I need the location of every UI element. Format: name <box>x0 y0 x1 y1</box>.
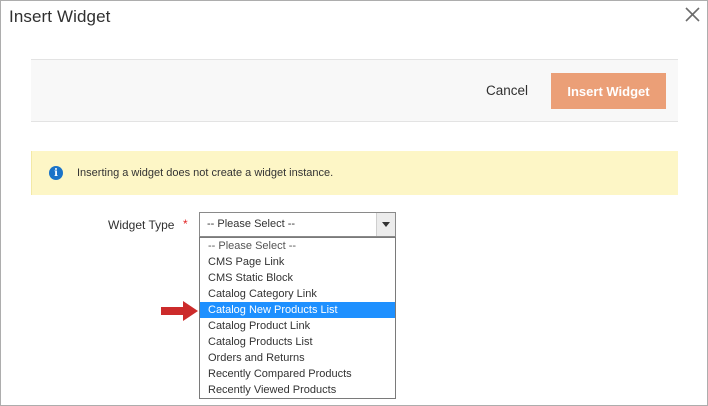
info-notice: i Inserting a widget does not create a w… <box>31 151 678 195</box>
modal-title: Insert Widget <box>9 7 111 26</box>
widget-type-options-list: -- Please Select -- CMS Page Link CMS St… <box>199 237 396 399</box>
chevron-down-icon <box>382 222 390 227</box>
select-toggle[interactable] <box>376 213 395 236</box>
option-catalog-category-link[interactable]: Catalog Category Link <box>200 286 395 302</box>
cancel-button[interactable]: Cancel <box>486 83 528 98</box>
widget-type-label: Widget Type <box>108 218 175 232</box>
widget-type-selected-value: -- Please Select -- <box>207 218 296 230</box>
info-icon: i <box>49 166 63 180</box>
close-icon <box>685 7 700 22</box>
widget-type-select[interactable]: -- Please Select -- <box>199 212 396 237</box>
option-please-select[interactable]: -- Please Select -- <box>200 238 395 254</box>
insert-widget-button[interactable]: Insert Widget <box>551 73 666 109</box>
insert-widget-modal: Insert Widget Cancel Insert Widget i Ins… <box>0 0 708 406</box>
option-recently-viewed-products[interactable]: Recently Viewed Products <box>200 382 395 398</box>
option-recently-compared-products[interactable]: Recently Compared Products <box>200 366 395 382</box>
option-orders-and-returns[interactable]: Orders and Returns <box>200 350 395 366</box>
option-cms-static-block[interactable]: CMS Static Block <box>200 270 395 286</box>
option-catalog-products-list[interactable]: Catalog Products List <box>200 334 395 350</box>
modal-action-bar: Cancel Insert Widget <box>31 59 678 122</box>
option-cms-page-link[interactable]: CMS Page Link <box>200 254 395 270</box>
option-catalog-product-link[interactable]: Catalog Product Link <box>200 318 395 334</box>
notice-text: Inserting a widget does not create a wid… <box>77 167 334 179</box>
option-catalog-new-products-list[interactable]: Catalog New Products List <box>200 302 395 318</box>
required-marker: * <box>183 217 188 231</box>
close-button[interactable] <box>680 3 704 27</box>
red-arrow-icon <box>161 301 198 321</box>
